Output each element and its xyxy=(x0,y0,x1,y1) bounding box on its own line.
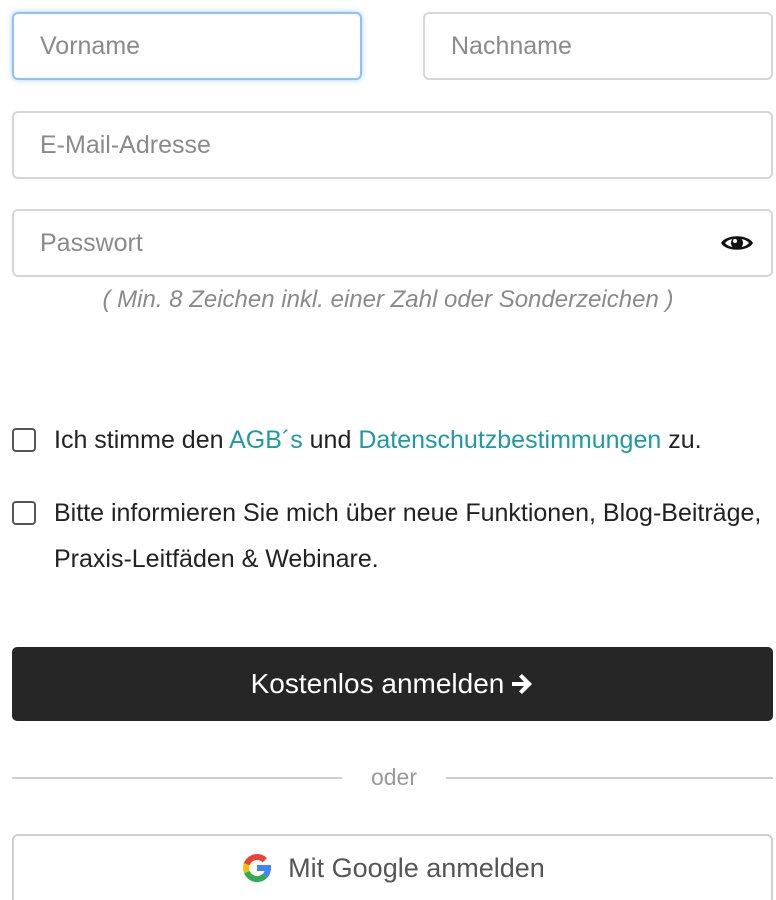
agb-text-after: zu. xyxy=(661,426,702,454)
newsletter-consent-row: Bitte informieren Sie mich über neue Fun… xyxy=(12,490,762,582)
google-signin-button[interactable]: Mit Google anmelden xyxy=(12,834,773,900)
password-hint: ( Min. 8 Zeichen inkl. einer Zahl oder S… xyxy=(102,286,674,313)
eye-icon[interactable] xyxy=(717,227,757,259)
signup-form: ( Min. 8 Zeichen inkl. einer Zahl oder S… xyxy=(0,0,776,900)
password-field xyxy=(12,209,773,277)
agb-text-middle: und xyxy=(302,426,359,454)
divider-text: oder xyxy=(370,764,418,790)
last-name-input[interactable] xyxy=(451,14,745,78)
last-name-field xyxy=(423,12,773,80)
divider-line-left xyxy=(12,777,342,779)
newsletter-consent-label: Bitte informieren Sie mich über neue Fun… xyxy=(54,499,762,573)
agb-link[interactable]: AGB´s xyxy=(229,426,303,454)
email-input[interactable] xyxy=(40,113,745,177)
agb-checkbox[interactable] xyxy=(12,428,36,452)
first-name-input[interactable] xyxy=(40,14,334,78)
password-input[interactable] xyxy=(40,211,701,275)
google-button-label: Mit Google anmelden xyxy=(288,852,545,883)
divider-line-right xyxy=(446,777,773,779)
submit-button[interactable]: Kostenlos anmelden xyxy=(12,647,773,721)
email-field xyxy=(12,111,773,179)
agb-consent-row: Ich stimme den AGB´s und Datenschutzbest… xyxy=(12,417,762,463)
newsletter-checkbox[interactable] xyxy=(12,501,36,525)
agb-consent-label: Ich stimme den AGB´s und Datenschutzbest… xyxy=(54,417,702,463)
privacy-link[interactable]: Datenschutzbestimmungen xyxy=(358,426,661,454)
arrow-right-icon xyxy=(510,672,534,696)
agb-text-before: Ich stimme den xyxy=(54,426,230,454)
google-logo-icon xyxy=(240,851,274,885)
submit-button-label: Kostenlos anmelden xyxy=(250,668,505,699)
first-name-field xyxy=(12,12,362,80)
